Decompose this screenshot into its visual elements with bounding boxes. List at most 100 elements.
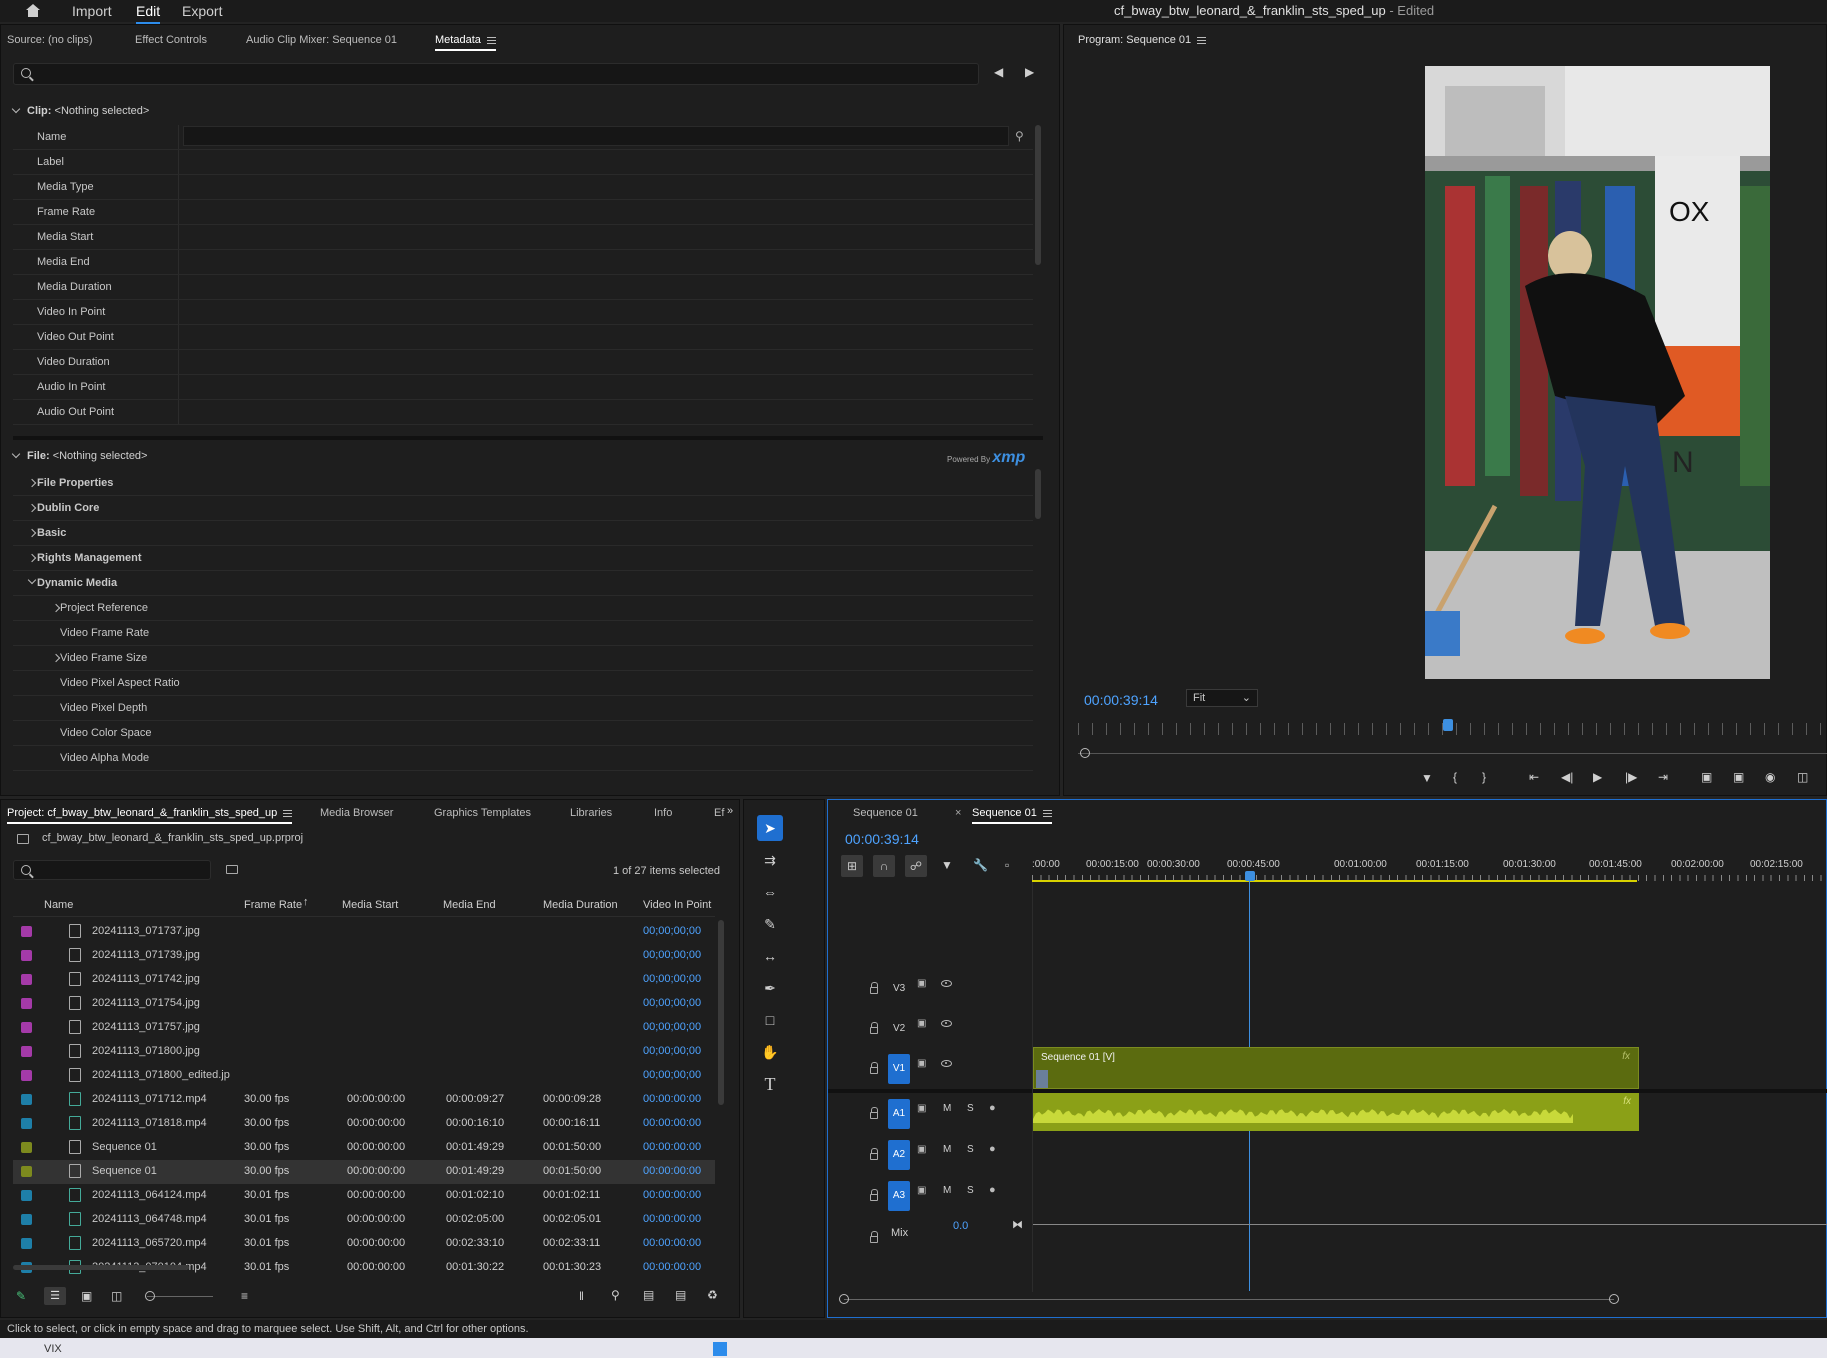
track-lock-icon[interactable] xyxy=(870,1231,878,1243)
tab-sequence-01-active[interactable]: Sequence 01 xyxy=(972,807,1052,824)
razor-tool-icon[interactable]: ✎ xyxy=(757,911,783,937)
column-header[interactable]: Media End xyxy=(443,899,496,911)
microphone-icon[interactable]: ● xyxy=(989,1143,996,1155)
program-timecode[interactable]: 00:00:39:14 xyxy=(1084,692,1158,708)
file-section-row[interactable]: Video Frame Size xyxy=(13,646,1033,671)
track-lock-icon[interactable] xyxy=(870,1062,878,1074)
column-header[interactable]: Media Duration xyxy=(543,899,618,911)
sort-icon[interactable]: ≡ xyxy=(241,1289,248,1303)
column-header[interactable]: Video In Point xyxy=(643,899,711,911)
tab-libraries[interactable]: Libraries xyxy=(570,807,612,819)
scroll-handle-right[interactable] xyxy=(1609,1294,1619,1304)
scrollbar[interactable] xyxy=(1035,125,1041,265)
eye-icon[interactable] xyxy=(941,1060,952,1067)
wrench-icon[interactable]: 🔧 xyxy=(973,858,988,872)
work-area-bar[interactable] xyxy=(1032,880,1637,882)
column-header[interactable]: Name xyxy=(44,899,73,911)
file-section-row[interactable]: Dynamic Media xyxy=(13,571,1033,596)
file-section-row[interactable]: Video Pixel Depth xyxy=(13,696,1033,721)
project-item-row[interactable]: 20241113_065720.mp4 30.01 fps 00:00:00:00 0… xyxy=(13,1232,715,1256)
next-icon[interactable]: ▶ xyxy=(1025,65,1034,79)
file-section-row[interactable]: Video Pixel Aspect Ratio xyxy=(13,671,1033,696)
track-target-a1[interactable]: A1 xyxy=(888,1099,910,1129)
start-icon[interactable] xyxy=(713,1342,727,1356)
track-lock-icon[interactable] xyxy=(870,1148,878,1160)
track-lock-icon[interactable] xyxy=(870,1189,878,1201)
close-tab-icon[interactable]: × xyxy=(955,807,961,819)
timeline-playhead-handle[interactable] xyxy=(1245,871,1255,881)
timeline-timecode[interactable]: 00:00:39:14 xyxy=(845,831,919,847)
file-section-row[interactable]: Dublin Core xyxy=(13,496,1033,521)
mute-button[interactable]: M xyxy=(943,1103,951,1114)
project-item-row[interactable]: Sequence 01 30.00 fps 00:00:00:00 00:01:49:… xyxy=(13,1136,715,1160)
metadata-field-row[interactable]: Video In Point xyxy=(13,300,1033,325)
project-item-row[interactable]: 20241113_071739.jpg 00;00;00;00 xyxy=(13,944,715,968)
timeline-clip-a1[interactable]: fx xyxy=(1033,1093,1639,1131)
label-color-swatch[interactable] xyxy=(21,1118,32,1129)
file-section-row[interactable]: Video Alpha Mode xyxy=(13,746,1033,771)
label-color-swatch[interactable] xyxy=(21,1046,32,1057)
more-panels-icon[interactable]: » xyxy=(727,805,733,817)
menu-edit[interactable]: Edit xyxy=(136,3,161,24)
label-color-swatch[interactable] xyxy=(21,1190,32,1201)
metadata-field-row[interactable]: Video Out Point xyxy=(13,325,1033,350)
file-section-row[interactable]: Video Frame Rate xyxy=(13,621,1033,646)
pen-tool-icon[interactable]: ✒ xyxy=(757,975,783,1001)
rectangle-tool-icon[interactable]: □ xyxy=(757,1007,783,1033)
extract-icon[interactable]: ▣ xyxy=(1733,770,1744,784)
scrollbar[interactable] xyxy=(1035,469,1041,519)
metadata-field-row[interactable]: Frame Rate xyxy=(13,200,1033,225)
go-to-in-icon[interactable]: ⇤ xyxy=(1529,770,1539,784)
microphone-icon[interactable]: ● xyxy=(989,1184,996,1196)
new-search-bin-icon[interactable] xyxy=(226,865,238,874)
label-color-swatch[interactable] xyxy=(21,974,32,985)
automate-to-sequence-icon[interactable]: ‖ xyxy=(579,1289,584,1303)
sync-lock-icon[interactable]: ▣ xyxy=(917,978,926,989)
project-item-row[interactable]: 20241113_071800_edited.jp 00;00;00;00 xyxy=(13,1064,715,1088)
tab-info[interactable]: Info xyxy=(654,807,672,819)
label-color-swatch[interactable] xyxy=(21,1214,32,1225)
slip-tool-icon[interactable]: ↔ xyxy=(757,943,783,969)
column-header[interactable]: Frame Rate xyxy=(244,899,302,911)
insert-nest-icon[interactable]: ⊞ xyxy=(841,855,863,877)
sync-lock-icon[interactable]: ▣ xyxy=(917,1144,926,1155)
timeline-clip-v1[interactable]: Sequence 01 [V] fx xyxy=(1033,1047,1639,1089)
solo-button[interactable]: S xyxy=(967,1185,974,1196)
selection-tool-icon[interactable]: ➤ xyxy=(757,815,783,841)
new-bin-icon[interactable]: ▤ xyxy=(643,1288,654,1302)
solo-button[interactable]: S xyxy=(967,1144,974,1155)
metadata-field-row[interactable]: Label xyxy=(13,150,1033,175)
tab-sequence-01[interactable]: Sequence 01 xyxy=(853,807,918,819)
label-color-swatch[interactable] xyxy=(21,1022,32,1033)
ripple-edit-tool-icon[interactable]: ⇔ xyxy=(757,879,783,905)
metadata-field-row[interactable]: Media Duration xyxy=(13,275,1033,300)
track-target-v1[interactable]: V1 xyxy=(888,1054,910,1084)
zoom-slider[interactable] xyxy=(147,1296,213,1297)
label-color-swatch[interactable] xyxy=(21,1142,32,1153)
name-field-input[interactable] xyxy=(183,126,1009,146)
project-item-row[interactable]: 20241113_071712.mp4 30.00 fps 00:00:00:00 0… xyxy=(13,1088,715,1112)
label-color-swatch[interactable] xyxy=(21,1238,32,1249)
timeline-horizontal-scrollbar[interactable] xyxy=(844,1299,1614,1300)
file-section-row[interactable]: Basic xyxy=(13,521,1033,546)
tab-effect-controls[interactable]: Effect Controls xyxy=(135,34,207,46)
zoom-scroll-handle[interactable] xyxy=(1080,748,1090,758)
track-target-a2[interactable]: A2 xyxy=(888,1140,910,1170)
list-view-icon[interactable]: ☰ xyxy=(44,1287,66,1305)
freeform-view-icon[interactable]: ◫ xyxy=(111,1289,122,1303)
go-to-out-icon[interactable]: ⇥ xyxy=(1658,770,1668,784)
sync-lock-icon[interactable]: ▣ xyxy=(917,1103,926,1114)
file-section-header[interactable]: File: <Nothing selected> xyxy=(11,449,147,462)
mark-out-icon[interactable]: } xyxy=(1482,770,1486,784)
compare-view-icon[interactable]: ◫ xyxy=(1797,770,1808,784)
type-tool-icon[interactable]: T xyxy=(757,1071,783,1097)
tab-effects[interactable]: Ef xyxy=(714,807,724,819)
project-item-row[interactable]: 20241113_071754.jpg 00;00;00;00 xyxy=(13,992,715,1016)
panel-menu-icon[interactable] xyxy=(1197,36,1207,44)
track-lock-icon[interactable] xyxy=(870,1107,878,1119)
track-lock-icon[interactable] xyxy=(870,1022,878,1034)
label-color-swatch[interactable] xyxy=(21,1094,32,1105)
metadata-search-input[interactable] xyxy=(13,63,979,85)
track-lock-icon[interactable] xyxy=(870,982,878,994)
tab-metadata[interactable]: Metadata xyxy=(435,34,496,51)
